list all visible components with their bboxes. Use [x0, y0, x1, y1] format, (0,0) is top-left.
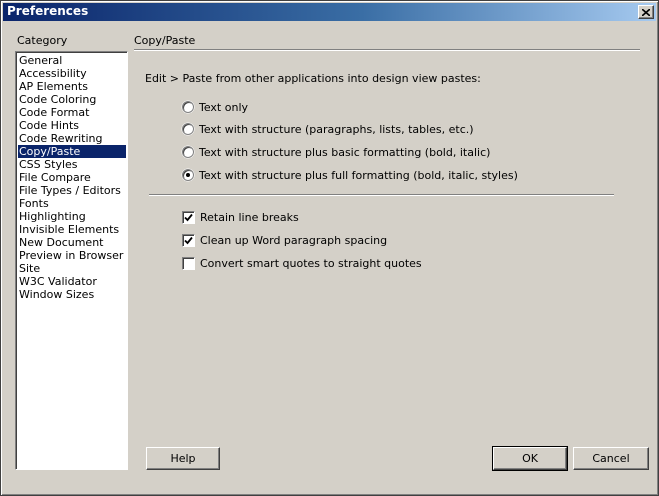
category-item-code-format[interactable]: Code Format	[18, 106, 126, 119]
radio-button[interactable]	[182, 123, 194, 135]
radio-text-structure[interactable]: Text with structure (paragraphs, lists, …	[182, 122, 474, 136]
category-item-copy-paste[interactable]: Copy/Paste	[18, 145, 126, 158]
radio-selected-dot	[186, 173, 190, 177]
checkbox-box[interactable]	[182, 256, 195, 270]
checkmark-icon	[184, 236, 193, 244]
radio-label: Text with structure plus basic formattin…	[199, 145, 491, 159]
category-item-w3c-validator[interactable]: W3C Validator	[18, 275, 126, 288]
category-item-accessibility[interactable]: Accessibility	[18, 67, 126, 80]
radio-full-formatting[interactable]: Text with structure plus full formatting…	[182, 168, 518, 182]
category-item-code-rewriting[interactable]: Code Rewriting	[18, 132, 126, 145]
category-item-file-compare[interactable]: File Compare	[18, 171, 126, 184]
category-item-new-document[interactable]: New Document	[18, 236, 126, 249]
radio-label: Text with structure (paragraphs, lists, …	[199, 122, 474, 136]
radio-label: Text only	[199, 100, 249, 114]
paste-intro-text: Edit > Paste from other applications int…	[145, 72, 481, 85]
category-label: Category	[17, 34, 68, 47]
category-item-invisible-elements[interactable]: Invisible Elements	[18, 223, 126, 236]
panel-title: Copy/Paste	[134, 34, 196, 47]
category-item-code-hints[interactable]: Code Hints	[18, 119, 126, 132]
category-list[interactable]: General Accessibility AP Elements Code Colo…	[15, 51, 128, 470]
checkbox-label: Convert smart quotes to straight quotes	[200, 256, 422, 270]
close-icon	[642, 8, 650, 16]
checkbox-box[interactable]	[182, 233, 195, 247]
help-button[interactable]: Help	[146, 447, 220, 470]
category-item-code-coloring[interactable]: Code Coloring	[18, 93, 126, 106]
category-item-css-styles[interactable]: CSS Styles	[18, 158, 126, 171]
checkbox-convert-smart-quotes[interactable]: Convert smart quotes to straight quotes	[182, 256, 422, 270]
radio-button[interactable]	[182, 169, 194, 181]
checkbox-retain-line-breaks[interactable]: Retain line breaks	[182, 210, 299, 224]
panel-title-divider	[134, 49, 640, 51]
radio-basic-formatting[interactable]: Text with structure plus basic formattin…	[182, 145, 490, 159]
checkbox-clean-word-spacing[interactable]: Clean up Word paragraph spacing	[182, 233, 387, 247]
radio-label: Text with structure plus full formatting…	[199, 168, 518, 182]
preferences-window: Preferences Category General Accessibilit…	[0, 0, 659, 496]
cancel-button[interactable]: Cancel	[573, 447, 649, 470]
options-divider	[149, 194, 614, 196]
radio-button[interactable]	[182, 146, 194, 158]
radio-text-only[interactable]: Text only	[182, 100, 248, 114]
category-item-ap-elements[interactable]: AP Elements	[18, 80, 126, 93]
ok-button[interactable]: OK	[492, 446, 568, 471]
category-item-fonts[interactable]: Fonts	[18, 197, 126, 210]
checkbox-label: Clean up Word paragraph spacing	[200, 233, 388, 247]
category-item-file-types-editors[interactable]: File Types / Editors	[18, 184, 126, 197]
checkmark-icon	[184, 213, 193, 221]
category-item-general[interactable]: General	[18, 54, 126, 67]
checkbox-label: Retain line breaks	[200, 210, 299, 224]
category-item-window-sizes[interactable]: Window Sizes	[18, 288, 126, 301]
title-bar: Preferences	[3, 3, 656, 21]
checkbox-box[interactable]	[182, 210, 195, 224]
window-title: Preferences	[7, 4, 89, 18]
category-item-highlighting[interactable]: Highlighting	[18, 210, 126, 223]
category-item-site[interactable]: Site	[18, 262, 126, 275]
category-item-preview-in-browser[interactable]: Preview in Browser	[18, 249, 126, 262]
radio-button[interactable]	[182, 101, 194, 113]
close-button[interactable]	[638, 5, 654, 19]
